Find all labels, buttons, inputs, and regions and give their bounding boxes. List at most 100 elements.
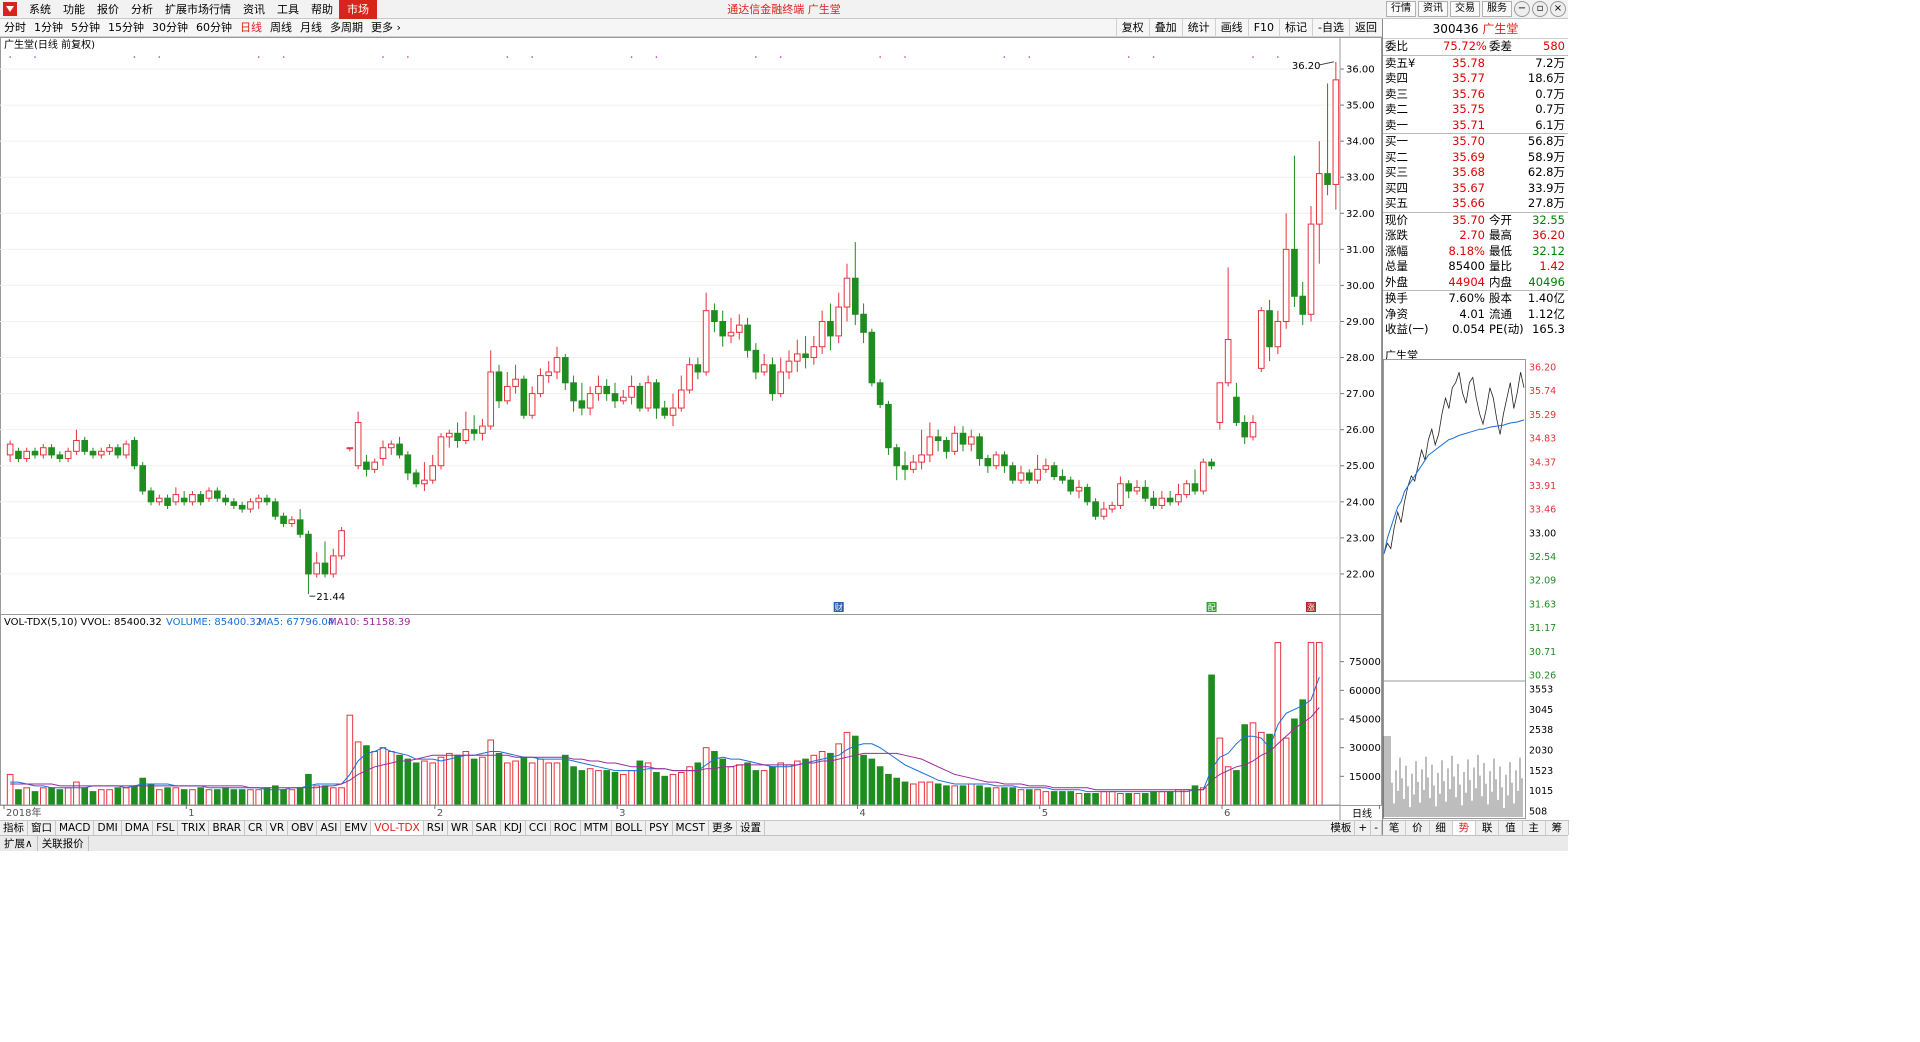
candle [711, 303, 718, 333]
top-trade-button[interactable]: 交易 [1450, 1, 1480, 17]
indicator-tab-14[interactable]: RSI [424, 821, 448, 835]
kline-chart[interactable]: 广生堂(日线 前复权) 36.00 35.00 34.00 33.00 32.00 31.… [0, 37, 1382, 820]
sell-order-row[interactable]: 卖三 35.76 0.7万 [1383, 87, 1568, 103]
candle-body [56, 454, 64, 460]
candle-body [677, 389, 685, 409]
mark-button[interactable]: 标记 [1279, 19, 1312, 37]
indicator-tab-10[interactable]: OBV [288, 821, 318, 835]
indicator-tab-21[interactable]: BOLL [612, 821, 647, 835]
indicator-tab-0[interactable]: 指标 [0, 821, 28, 835]
volume-bar [1117, 793, 1124, 806]
indicator-tab-4[interactable]: DMA [122, 821, 154, 835]
maximize-icon[interactable]: ▫ [1532, 1, 1548, 17]
buy-order-row[interactable]: 买一 35.70 56.8万 [1383, 134, 1568, 150]
indicator-tab-22[interactable]: PSY [646, 821, 673, 835]
draw-button[interactable]: 画线 [1214, 19, 1248, 37]
indicator-tab-5[interactable]: FSL [153, 821, 179, 835]
period-timeshare[interactable]: 分时 [0, 19, 30, 37]
indicator-tab-16[interactable]: SAR [473, 821, 501, 835]
period-60min[interactable]: 60分钟 [192, 19, 236, 37]
indicator-tab-18[interactable]: CCI [526, 821, 551, 835]
watchlist-button[interactable]: -自选 [1312, 19, 1349, 37]
menu-function[interactable]: 功能 [57, 0, 91, 19]
status-related-quote[interactable]: 关联报价 [38, 836, 89, 851]
vol-y-tick-label: 75000 [1349, 657, 1381, 668]
quote-tab-7[interactable]: 筹 [1546, 821, 1569, 835]
sell-order-row[interactable]: 卖四 35.77 18.6万 [1383, 71, 1568, 87]
indicator-tab-2[interactable]: MACD [56, 821, 95, 835]
candle-body [976, 436, 983, 460]
top-quote-button[interactable]: 行情 [1386, 1, 1416, 17]
sell-order-row[interactable]: 卖一 35.71 6.1万 [1383, 118, 1568, 134]
menu-quote[interactable]: 报价 [91, 0, 125, 19]
indicator-tab-7[interactable]: BRAR [209, 821, 245, 835]
volume-bar [1092, 793, 1099, 806]
period-monthly[interactable]: 月线 [296, 19, 326, 37]
buy-order-row[interactable]: 买五 35.66 27.8万 [1383, 196, 1568, 212]
zoom-in-button[interactable]: + [1355, 821, 1372, 835]
quote-tab-2[interactable]: 细 [1430, 821, 1453, 835]
quote-tab-6[interactable]: 主 [1523, 821, 1546, 835]
indicator-tab-17[interactable]: KDJ [501, 821, 526, 835]
candle-body [288, 519, 296, 524]
menu-help[interactable]: 帮助 [305, 0, 339, 19]
candle-body [155, 497, 163, 503]
stats-button[interactable]: 统计 [1181, 19, 1215, 37]
overlay-button[interactable]: 叠加 [1148, 19, 1182, 37]
buy-order-row[interactable]: 买四 35.67 33.9万 [1383, 181, 1568, 197]
quote-tab-5[interactable]: 值 [1499, 821, 1523, 835]
sell-order-row[interactable]: 卖五¥ 35.78 7.2万 [1383, 56, 1568, 72]
period-more[interactable]: 更多 › [367, 19, 405, 37]
candle-body [992, 454, 1000, 467]
quote-tab-4[interactable]: 联 [1476, 821, 1500, 835]
top-service-button[interactable]: 服务 [1482, 1, 1512, 17]
f10-button[interactable]: F10 [1247, 19, 1279, 37]
zoom-out-button[interactable]: - [1371, 821, 1382, 835]
status-expand[interactable]: 扩展∧ [0, 836, 38, 851]
intraday-mini-chart[interactable]: 36.20 35.74 35.29 34.83 34.37 33.91 33.46 33.00… [1383, 359, 1569, 819]
menu-news[interactable]: 资讯 [237, 0, 271, 19]
quote-panel: 300436 广生堂 委比 75.72% 委差 580 卖五¥ 35.78 7.… [1382, 19, 1569, 835]
quote-tab-0[interactable]: 笔 [1383, 821, 1407, 835]
indicator-tab-3[interactable]: DMI [94, 821, 122, 835]
adjust-button[interactable]: 复权 [1115, 19, 1149, 37]
candle [404, 451, 412, 481]
quote-tab-3[interactable]: 势 [1452, 821, 1476, 835]
back-button[interactable]: 返回 [1349, 19, 1382, 37]
indicator-tab-20[interactable]: MTM [581, 821, 613, 835]
indicator-tab-6[interactable]: TRIX [178, 821, 210, 835]
indicator-tab-8[interactable]: CR [245, 821, 267, 835]
buy-order-row[interactable]: 买三 35.68 62.8万 [1383, 165, 1568, 181]
mini-y-tick-label: 32.09 [1529, 576, 1556, 587]
indicator-tab-13[interactable]: VOL-TDX [371, 821, 424, 835]
period-1min[interactable]: 1分钟 [30, 19, 67, 37]
menu-ext-market[interactable]: 扩展市场行情 [159, 0, 237, 19]
indicator-tab-12[interactable]: EMV [341, 821, 372, 835]
minimize-icon[interactable]: − [1514, 1, 1530, 17]
menu-analysis[interactable]: 分析 [125, 0, 159, 19]
menu-market[interactable]: 市场 [339, 0, 377, 19]
indicator-tab-23[interactable]: MCST [673, 821, 710, 835]
indicator-tab-15[interactable]: WR [448, 821, 473, 835]
template-button[interactable]: 模板 [1327, 821, 1356, 835]
indicator-tab-25[interactable]: 设置 [737, 821, 766, 835]
menu-tools[interactable]: 工具 [271, 0, 305, 19]
indicator-tab-1[interactable]: 窗口 [28, 821, 56, 835]
indicator-tab-24[interactable]: 更多 [709, 821, 738, 835]
buy-order-row[interactable]: 买二 35.69 58.9万 [1383, 150, 1568, 166]
quote-tab-1[interactable]: 价 [1406, 821, 1430, 835]
indicator-tab-19[interactable]: ROC [551, 821, 581, 835]
period-weekly[interactable]: 周线 [266, 19, 296, 37]
menu-system[interactable]: 系统 [23, 0, 57, 19]
period-15min[interactable]: 15分钟 [104, 19, 148, 37]
period-5min[interactable]: 5分钟 [67, 19, 104, 37]
top-news-button[interactable]: 资讯 [1418, 1, 1448, 17]
period-daily[interactable]: 日线 [236, 19, 266, 37]
period-multi[interactable]: 多周期 [326, 19, 367, 37]
period-30min[interactable]: 30分钟 [148, 19, 192, 37]
volume-bar [106, 789, 113, 806]
close-icon[interactable]: × [1550, 1, 1566, 17]
sell-order-row[interactable]: 卖二 35.75 0.7万 [1383, 102, 1568, 118]
indicator-tab-11[interactable]: ASI [317, 821, 342, 835]
indicator-tab-9[interactable]: VR [267, 821, 289, 835]
